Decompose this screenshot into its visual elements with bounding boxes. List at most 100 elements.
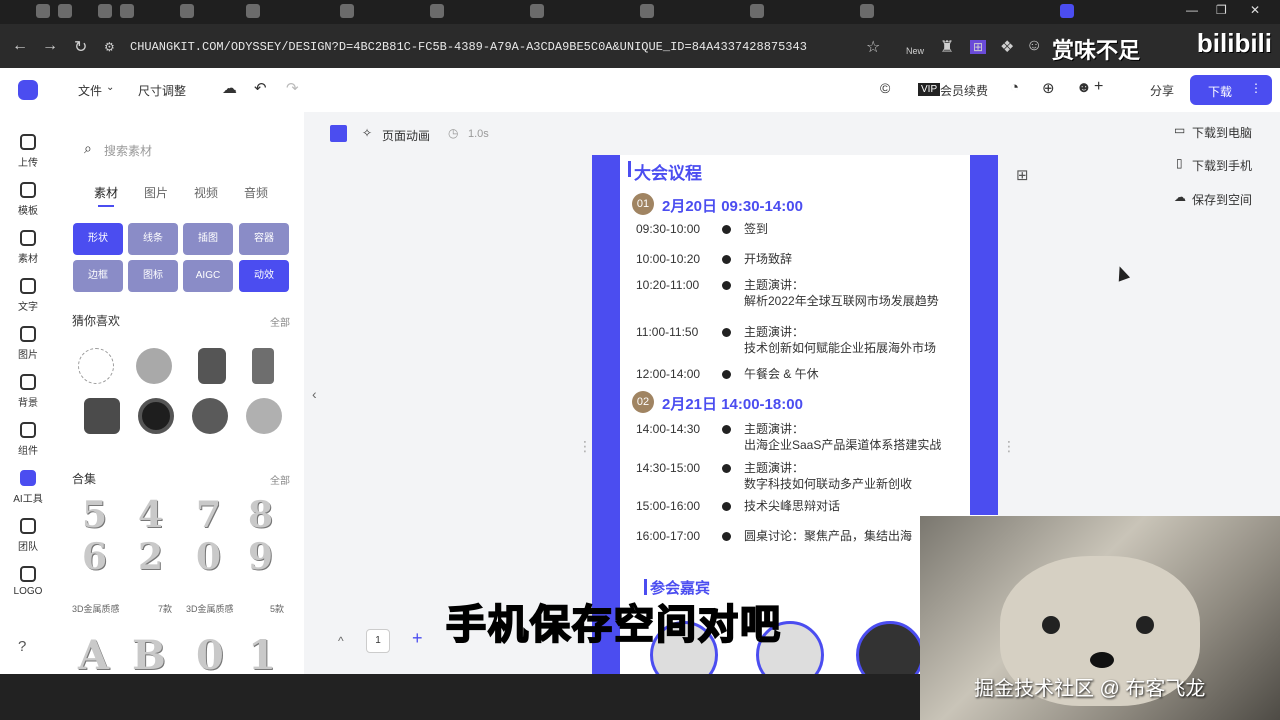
more-icon[interactable]: ⋮ xyxy=(1250,81,1262,95)
agenda-item-detail[interactable]: 数字科技如何联动多产业新创收 xyxy=(744,476,912,492)
letter-glyph[interactable]: 1 xyxy=(248,632,276,674)
nav-item-upload[interactable]: 上传 xyxy=(0,132,56,178)
nav-item-image[interactable]: 图片 xyxy=(0,324,56,370)
agenda-time[interactable]: 14:30-15:00 xyxy=(636,461,700,475)
download-button[interactable]: 下载 ⋮ xyxy=(1190,75,1272,105)
tab-icon[interactable] xyxy=(58,4,72,18)
tab-video[interactable]: 视频 xyxy=(194,184,218,201)
agenda-title[interactable]: 大会议程 xyxy=(628,159,702,184)
agenda-item[interactable]: 主题演讲： xyxy=(744,277,804,293)
nav-item-template[interactable]: 模板 xyxy=(0,180,56,226)
url-field[interactable]: CHUANGKIT.COM/ODYSSEY/DESIGN?D=4BC2B81C-… xyxy=(130,40,807,54)
tab-icon[interactable] xyxy=(530,4,544,18)
background-color-swatch[interactable] xyxy=(330,125,347,142)
agenda-time[interactable]: 10:00-10:20 xyxy=(636,252,700,266)
material-thumbnail[interactable] xyxy=(84,398,120,434)
agenda-item[interactable]: 主题演讲： xyxy=(744,324,804,340)
agenda-time[interactable]: 15:00-16:00 xyxy=(636,499,700,513)
forward-icon[interactable]: → xyxy=(42,37,58,55)
invite-icon[interactable]: + xyxy=(1094,78,1103,96)
add-page-icon[interactable]: + xyxy=(412,628,423,649)
copyright-icon[interactable]: © xyxy=(880,80,890,96)
icon-button[interactable]: 图标 xyxy=(128,260,178,292)
material-thumbnail[interactable] xyxy=(78,348,114,384)
nav-item-material[interactable]: 素材 xyxy=(0,228,56,274)
illustration-button[interactable]: 插图 xyxy=(183,223,233,255)
tab-icon[interactable] xyxy=(750,4,764,18)
add-comment-icon[interactable]: ⊕ xyxy=(1042,79,1055,97)
tab-icon[interactable] xyxy=(36,4,50,18)
container-button[interactable]: 容器 xyxy=(239,223,289,255)
duration-value[interactable]: 1.0s xyxy=(468,128,489,140)
animation-button[interactable]: 动效 xyxy=(239,260,289,292)
maximize-icon[interactable]: ❐ xyxy=(1216,3,1227,17)
tab-icon[interactable] xyxy=(180,4,194,18)
letter-glyph[interactable]: B xyxy=(132,632,166,674)
cloud-save-icon[interactable]: ☁ xyxy=(222,79,237,97)
agenda-item-detail[interactable]: 出海企业SaaS产品渠道体系搭建实战 xyxy=(744,437,941,453)
aigc-button[interactable]: AIGC xyxy=(183,260,233,292)
redo-icon[interactable]: ↷ xyxy=(286,79,299,97)
agenda-time[interactable]: 09:30-10:00 xyxy=(636,222,700,236)
agenda-time[interactable]: 16:00-17:00 xyxy=(636,529,700,543)
resize-button[interactable]: 尺寸调整 xyxy=(138,82,186,99)
material-thumbnail[interactable] xyxy=(192,398,228,434)
agenda-item[interactable]: 主题演讲： xyxy=(744,460,804,476)
number-glyph[interactable]: 5 xyxy=(82,494,107,536)
resize-handle[interactable]: ⋮ xyxy=(1002,438,1016,455)
extension-badge[interactable]: New xyxy=(906,46,924,56)
tab-icon[interactable] xyxy=(340,4,354,18)
member-renew-button[interactable]: 会员续费 xyxy=(940,82,988,99)
number-glyph[interactable]: 8 xyxy=(248,494,273,536)
tab-icon[interactable] xyxy=(430,4,444,18)
tab-icon[interactable] xyxy=(640,4,654,18)
site-info-icon[interactable]: ⚙ xyxy=(104,40,115,54)
collection-more-link[interactable]: 全部 xyxy=(270,472,290,487)
agenda-item[interactable]: 技术尖峰思辩对话 xyxy=(744,498,840,514)
agenda-time[interactable]: 11:00-11:50 xyxy=(636,325,698,339)
tab-icon[interactable] xyxy=(860,4,874,18)
number-glyph[interactable]: 6 xyxy=(82,536,107,578)
nav-item-text[interactable]: 文字 xyxy=(0,276,56,322)
border-button[interactable]: 边框 xyxy=(73,260,123,292)
day1-heading[interactable]: 2月20日 09:30-14:00 xyxy=(662,195,803,216)
agenda-time[interactable]: 12:00-14:00 xyxy=(636,367,700,381)
tab-icon[interactable] xyxy=(246,4,260,18)
extension-icon[interactable]: ♜ xyxy=(940,37,954,57)
day1-badge[interactable]: 01 xyxy=(632,193,654,215)
agenda-item[interactable]: 圆桌讨论：聚焦产品，集结出海 xyxy=(744,528,912,544)
page-animation-button[interactable]: 页面动画 xyxy=(382,127,430,144)
share-button[interactable]: 分享 xyxy=(1150,82,1174,99)
extension-icon[interactable]: ⊞ xyxy=(970,40,987,54)
line-button[interactable]: 线条 xyxy=(128,223,178,255)
agenda-time[interactable]: 14:00-14:30 xyxy=(636,422,700,436)
day2-badge[interactable]: 02 xyxy=(632,391,654,413)
help-icon[interactable]: ? xyxy=(18,638,26,655)
guest-avatar[interactable] xyxy=(856,621,924,674)
add-note-icon[interactable]: ⊞ xyxy=(1016,166,1029,184)
download-to-pc[interactable]: 下载到电脑 xyxy=(1192,124,1252,141)
number-glyph[interactable]: 4 xyxy=(138,494,163,536)
page-thumbnail[interactable]: 1 xyxy=(366,629,390,653)
letter-glyph[interactable]: A xyxy=(78,632,109,674)
number-glyph[interactable]: 2 xyxy=(138,536,163,578)
agenda-item[interactable]: 开场致辞 xyxy=(744,251,792,267)
shape-button[interactable]: 形状 xyxy=(73,223,123,255)
material-thumbnail[interactable] xyxy=(198,348,226,384)
nav-item-ai[interactable]: AI工具 xyxy=(0,468,56,514)
material-thumbnail[interactable] xyxy=(252,348,274,384)
file-menu[interactable]: 文件 xyxy=(78,82,102,99)
material-thumbnail[interactable] xyxy=(138,398,174,434)
comment-icon[interactable]: ◔ xyxy=(1010,79,1019,96)
nav-item-background[interactable]: 背景 xyxy=(0,372,56,418)
nav-item-logo[interactable]: LOGO xyxy=(0,564,56,610)
number-glyph[interactable]: 9 xyxy=(248,536,273,578)
page-up-icon[interactable]: ^ xyxy=(338,634,344,648)
save-to-space[interactable]: 保存到空间 xyxy=(1192,191,1252,208)
close-icon[interactable]: ✕ xyxy=(1250,3,1260,17)
number-glyph[interactable]: 0 xyxy=(196,536,221,578)
search-input[interactable]: ⌕ 搜索素材 xyxy=(76,136,286,164)
active-tab-icon[interactable] xyxy=(1060,4,1074,18)
number-glyph[interactable]: 7 xyxy=(196,494,221,536)
tab-icon[interactable] xyxy=(98,4,112,18)
